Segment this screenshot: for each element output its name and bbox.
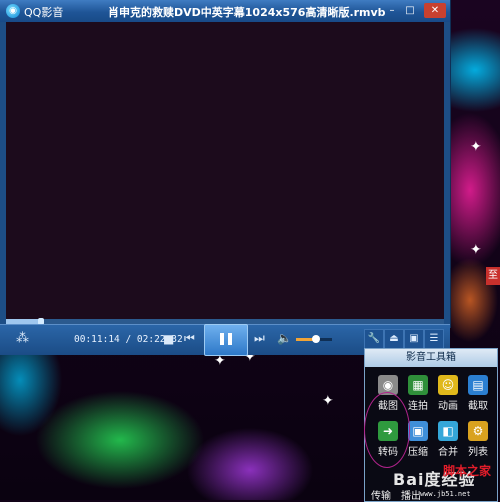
footprint-icon[interactable]: ⁂ xyxy=(16,331,29,346)
tool-2[interactable]: ☺ 动画 xyxy=(433,375,463,412)
grid-icon: ▦ xyxy=(408,375,428,395)
smile-icon: ☺ xyxy=(438,375,458,395)
tool-label: 连拍 xyxy=(408,401,428,412)
tool-label: 截取 xyxy=(468,401,488,412)
tool-1[interactable]: ▦ 连拍 xyxy=(403,375,433,412)
volume-slider[interactable] xyxy=(296,335,332,343)
file-title: 肖申克的救赎DVD中英字幕1024x576高清晰版.rmvb xyxy=(108,6,386,19)
pause-button[interactable] xyxy=(204,324,248,356)
annotation-circle xyxy=(364,392,410,468)
video-area[interactable] xyxy=(6,22,444,319)
site-logo: 脚本之家 xyxy=(443,462,498,490)
tool-6[interactable]: ◧ 合并 xyxy=(433,421,463,458)
compress-icon: ▣ xyxy=(408,421,428,441)
wrench-icon[interactable]: 🔧 xyxy=(364,329,384,349)
player-window: ◉ QQ影音 肖申克的救赎DVD中英字幕1024x576高清晰版.rmvb – … xyxy=(0,0,451,356)
sparkle-icon: ✦ xyxy=(214,353,226,369)
previous-icon[interactable]: ⏮ xyxy=(184,331,195,346)
title-bar[interactable]: ◉ QQ影音 肖申克的救赎DVD中英字幕1024x576高清晰版.rmvb – … xyxy=(0,0,450,22)
merge-icon: ◧ xyxy=(438,421,458,441)
close-button[interactable]: ✕ xyxy=(424,3,446,18)
qq-player-logo-icon: ◉ xyxy=(6,4,20,18)
sparkle-icon: ✦ xyxy=(470,242,482,258)
minimize-button[interactable]: – xyxy=(384,3,400,18)
stop-icon[interactable]: ■ xyxy=(163,332,174,346)
watermark-url: www.jb51.net xyxy=(420,490,471,498)
pause-icon xyxy=(220,333,224,345)
sparkle-icon: ✦ xyxy=(470,139,482,155)
eject-icon[interactable]: ⏏ xyxy=(384,329,404,349)
volume-handle[interactable] xyxy=(311,335,320,343)
tool-label: 合并 xyxy=(438,447,458,458)
tool-label: 列表 xyxy=(468,447,488,458)
volume-icon[interactable]: 🔈 xyxy=(277,331,292,345)
playlist-icon[interactable]: ☰ xyxy=(424,329,444,349)
toolbox-title: 影音工具箱 xyxy=(365,349,497,367)
sparkle-icon: ✦ xyxy=(322,393,334,409)
site-logo-text: 脚本之家 xyxy=(443,464,492,478)
tool-3[interactable]: ▤ 截取 xyxy=(463,375,493,412)
side-badge: 至 xyxy=(486,267,500,285)
maximize-button[interactable]: □ xyxy=(402,3,418,18)
list-gear-icon: ⚙ xyxy=(468,421,488,441)
tool-7[interactable]: ⚙ 列表 xyxy=(463,421,493,458)
film-cut-icon: ▤ xyxy=(468,375,488,395)
tool-label: 动画 xyxy=(438,401,458,412)
app-name: QQ影音 xyxy=(24,6,64,19)
next-icon[interactable]: ⏭ xyxy=(254,331,265,346)
settings-icon[interactable]: ▣ xyxy=(404,329,424,349)
